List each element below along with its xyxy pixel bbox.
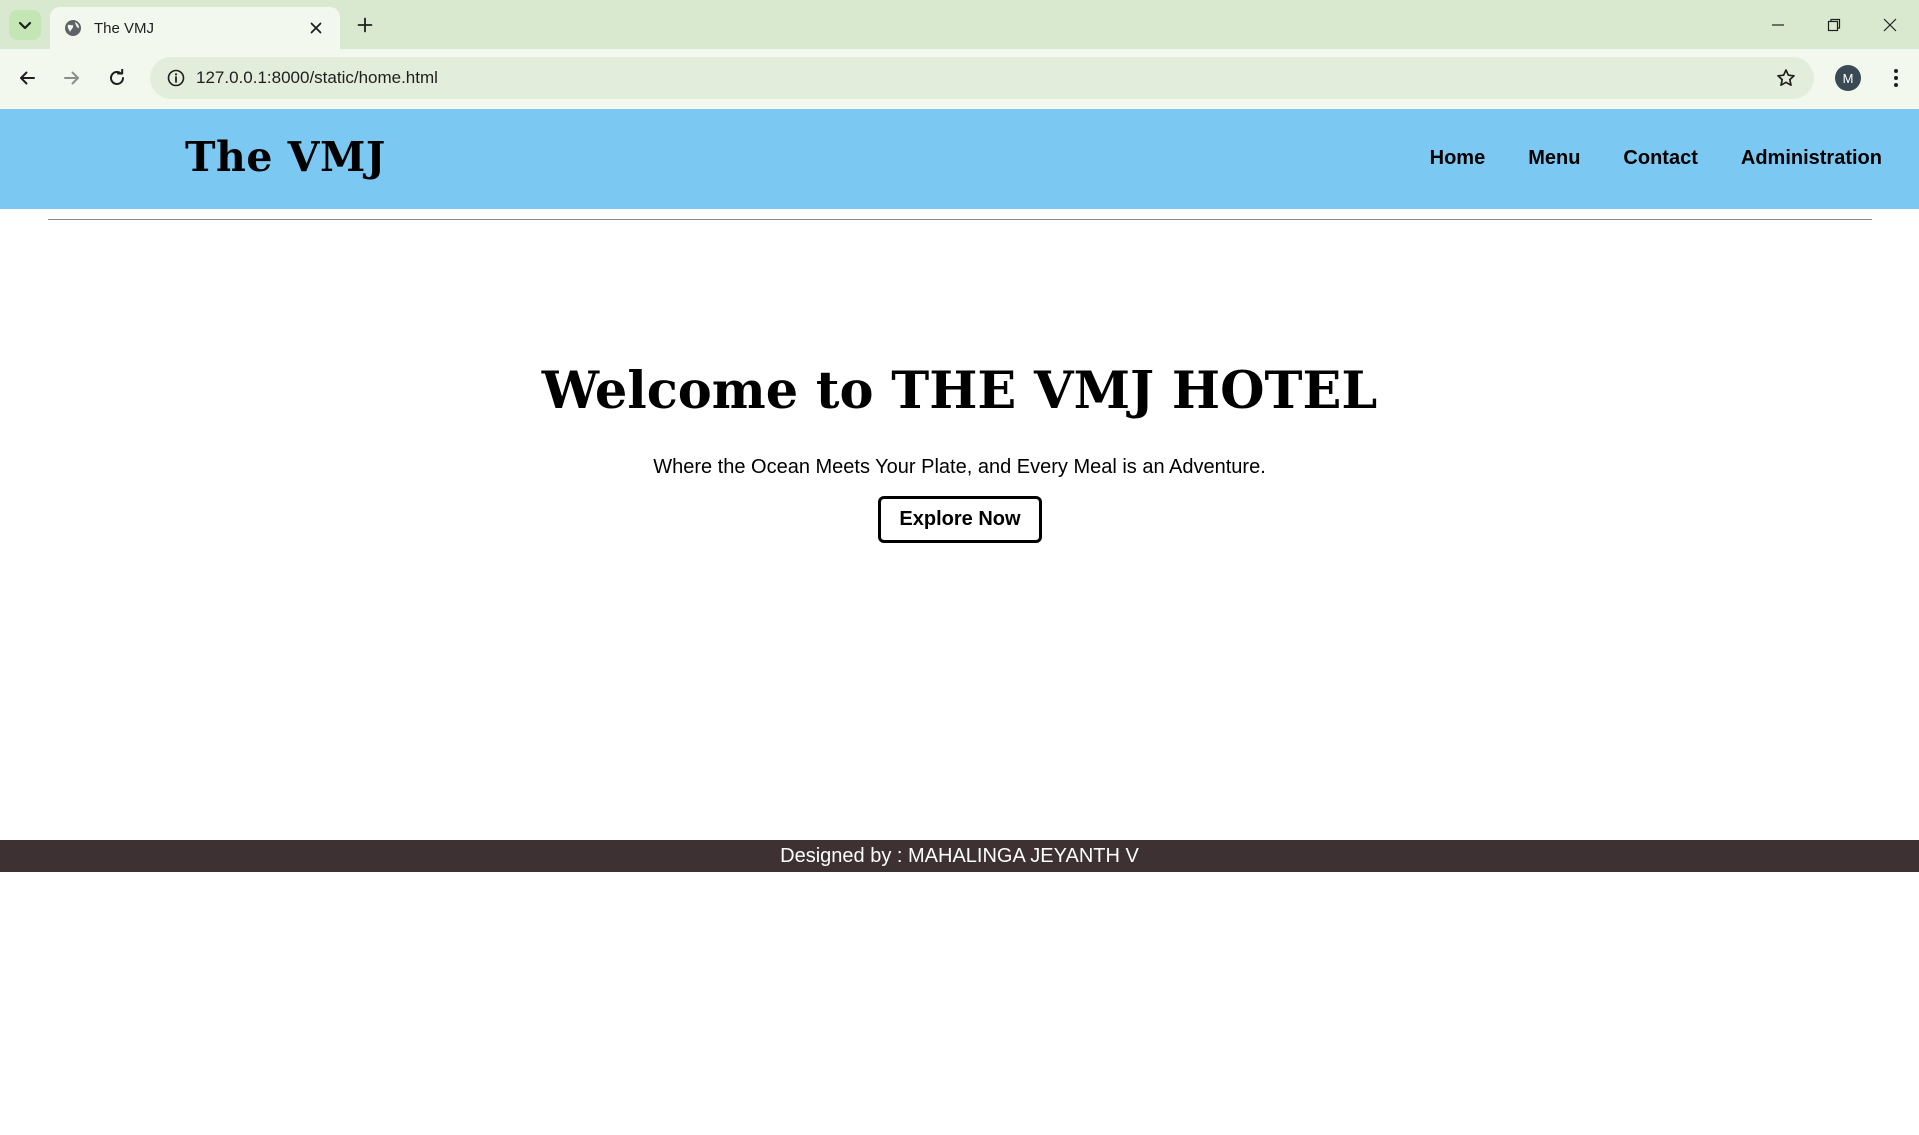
restore-icon bbox=[1827, 18, 1841, 31]
minimize-button[interactable] bbox=[1750, 0, 1806, 49]
brand-logo[interactable]: The VMJ bbox=[185, 133, 386, 181]
tab-search-icon bbox=[18, 21, 32, 30]
globe-icon bbox=[65, 20, 81, 36]
header-divider bbox=[48, 219, 1872, 220]
browser-toolbar: 127.0.0.1:8000/static/home.html M bbox=[0, 49, 1919, 109]
window-close-icon bbox=[1883, 18, 1897, 31]
tab-close-button[interactable] bbox=[304, 16, 328, 40]
site-header: The VMJ Home Menu Contact Administration bbox=[0, 109, 1919, 209]
nav-link-home[interactable]: Home bbox=[1430, 147, 1486, 170]
nav-link-contact[interactable]: Contact bbox=[1623, 147, 1697, 170]
nav-link-administration[interactable]: Administration bbox=[1741, 147, 1882, 170]
minimize-icon bbox=[1772, 23, 1784, 26]
site-info-button[interactable] bbox=[156, 57, 196, 99]
browser-menu-button[interactable] bbox=[1881, 63, 1911, 93]
url-text[interactable]: 127.0.0.1:8000/static/home.html bbox=[196, 68, 1766, 88]
restore-button[interactable] bbox=[1806, 0, 1862, 49]
tab-strip: The VMJ bbox=[0, 0, 1919, 49]
forward-button[interactable] bbox=[55, 61, 89, 95]
main-nav: Home Menu Contact Administration bbox=[1430, 147, 1882, 170]
hero-subtitle: Where the Ocean Meets Your Plate, and Ev… bbox=[653, 456, 1266, 478]
site-info-icon bbox=[167, 69, 185, 87]
back-button[interactable] bbox=[10, 61, 44, 95]
reload-icon bbox=[110, 69, 124, 85]
hero-title: Welcome to THE VMJ HOTEL bbox=[541, 361, 1378, 421]
kebab-menu-icon bbox=[1894, 69, 1898, 87]
new-tab-button[interactable] bbox=[350, 12, 380, 38]
page-viewport: The VMJ Home Menu Contact Administration… bbox=[0, 109, 1919, 1135]
address-bar[interactable]: 127.0.0.1:8000/static/home.html bbox=[150, 57, 1814, 99]
plus-icon bbox=[357, 17, 373, 33]
back-arrow-icon bbox=[20, 71, 35, 85]
tab-search-button[interactable] bbox=[9, 10, 41, 40]
tab-title: The VMJ bbox=[94, 19, 155, 37]
explore-now-button[interactable]: Explore Now bbox=[878, 496, 1042, 543]
footer-credit: Designed by : MAHALINGA JEYANTH V bbox=[780, 844, 1139, 867]
profile-avatar[interactable]: M bbox=[1835, 65, 1861, 91]
window-close-button[interactable] bbox=[1862, 0, 1918, 49]
star-icon bbox=[1777, 69, 1795, 87]
forward-arrow-icon bbox=[64, 71, 79, 85]
active-tab[interactable]: The VMJ bbox=[50, 7, 340, 49]
close-icon bbox=[310, 22, 322, 34]
bookmark-button[interactable] bbox=[1766, 57, 1806, 99]
site-footer: Designed by : MAHALINGA JEYANTH V bbox=[0, 840, 1919, 872]
reload-button[interactable] bbox=[100, 61, 134, 95]
nav-link-menu[interactable]: Menu bbox=[1528, 147, 1580, 170]
